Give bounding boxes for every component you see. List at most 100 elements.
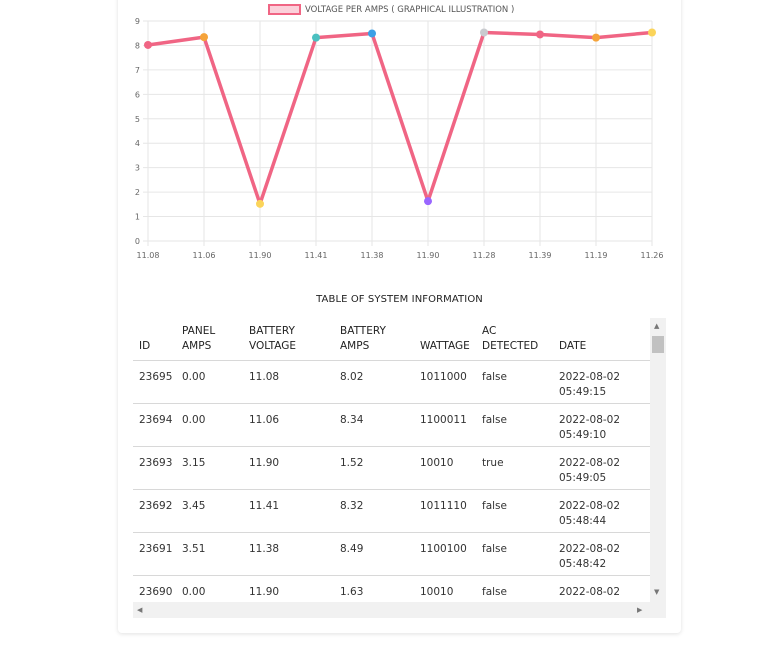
time-text: 05:49:15 bbox=[559, 386, 607, 398]
column-header[interactable]: PANEL AMPS bbox=[176, 318, 243, 361]
table-cell: 11.38 bbox=[243, 532, 334, 576]
table-cell: false bbox=[476, 489, 553, 533]
table-cell: 23693 bbox=[133, 446, 176, 490]
column-header[interactable]: ID bbox=[133, 318, 176, 361]
column-header[interactable]: BATTERY VOLTAGE bbox=[243, 318, 334, 361]
table-row[interactable]: 23691 3.51 11.38 8.49 1100100 false 2022-08-02… bbox=[133, 532, 650, 576]
x-tick-label: 11.41 bbox=[305, 251, 328, 260]
table-row[interactable]: 23693 3.15 11.90 1.52 10010 true 2022-08-02 05:… bbox=[133, 446, 650, 490]
data-point bbox=[424, 197, 432, 206]
column-header-line: AC bbox=[482, 325, 497, 337]
y-tick-label: 1 bbox=[135, 213, 140, 222]
scroll-up-icon[interactable]: ▲ bbox=[654, 322, 659, 330]
y-tick-label: 8 bbox=[135, 41, 140, 50]
table-cell: 10010 bbox=[414, 575, 476, 602]
table-cell: 11.90 bbox=[243, 446, 334, 490]
table-header-row: ID PANEL AMPS BATTERY VOLTAGE BATTERY AMPS WATT… bbox=[133, 318, 650, 361]
table-cell: 11.08 bbox=[243, 360, 334, 404]
x-tick-label: 11.26 bbox=[641, 251, 664, 260]
date-cell: 2022-08-02 bbox=[553, 575, 650, 602]
table-cell: 8.32 bbox=[334, 489, 414, 533]
column-header-line: AMPS bbox=[340, 340, 370, 352]
column-header[interactable]: DATE bbox=[553, 318, 650, 361]
column-header-line: WATTAGE bbox=[420, 340, 470, 352]
horizontal-scrollbar[interactable]: ◀ ▶ bbox=[133, 602, 666, 618]
data-point bbox=[536, 30, 544, 39]
x-tick-label: 11.90 bbox=[249, 251, 272, 260]
scroll-right-icon[interactable]: ▶ bbox=[637, 606, 642, 614]
date-text: 2022-08-02 bbox=[559, 414, 621, 426]
table-cell: 10010 bbox=[414, 446, 476, 490]
scroll-left-icon[interactable]: ◀ bbox=[137, 606, 142, 614]
time-text: 05:49:05 bbox=[559, 472, 607, 484]
column-header-line: DATE bbox=[559, 340, 587, 352]
table-cell: 11.41 bbox=[243, 489, 334, 533]
date-text: 2022-08-02 bbox=[559, 371, 621, 383]
data-point bbox=[648, 28, 656, 37]
table-cell: true bbox=[476, 446, 553, 490]
x-tick-label: 11.38 bbox=[361, 251, 384, 260]
table-row[interactable]: 23690 0.00 11.90 1.63 10010 false 2022-08-02 bbox=[133, 575, 650, 602]
table-cell: 8.49 bbox=[334, 532, 414, 576]
column-header[interactable]: BATTERY AMPS bbox=[334, 318, 414, 361]
table-row[interactable]: 23695 0.00 11.08 8.02 1011000 false 2022-08-02… bbox=[133, 360, 650, 404]
data-point bbox=[144, 40, 152, 49]
table-cell: false bbox=[476, 575, 553, 602]
vertical-scroll-thumb[interactable] bbox=[652, 336, 664, 353]
table-cell: false bbox=[476, 360, 553, 404]
table-cell: 23695 bbox=[133, 360, 176, 404]
table-title: TABLE OF SYSTEM INFORMATION bbox=[316, 294, 483, 305]
column-header-line: BATTERY bbox=[249, 325, 295, 337]
system-info-table-container[interactable]: ID PANEL AMPS BATTERY VOLTAGE BATTERY AMPS WATT… bbox=[133, 318, 666, 618]
table-cell: 23692 bbox=[133, 489, 176, 533]
column-header-line: VOLTAGE bbox=[249, 340, 297, 352]
table-cell: 3.15 bbox=[176, 446, 243, 490]
table-viewport[interactable]: ID PANEL AMPS BATTERY VOLTAGE BATTERY AMPS WATT… bbox=[133, 318, 650, 602]
column-header[interactable]: WATTAGE bbox=[414, 318, 476, 361]
date-text: 2022-08-02 bbox=[559, 457, 621, 469]
y-tick-label: 9 bbox=[135, 17, 140, 26]
table-cell: 23694 bbox=[133, 403, 176, 447]
vertical-scrollbar[interactable]: ▲ ▼ bbox=[650, 318, 666, 602]
voltage-per-amps-chart: VOLTAGE PER AMPS ( GRAPHICAL ILLUSTRATIO… bbox=[135, 4, 664, 260]
y-tick-label: 5 bbox=[135, 115, 140, 124]
date-text: 2022-08-02 bbox=[559, 586, 621, 598]
table-cell: false bbox=[476, 403, 553, 447]
data-point bbox=[200, 33, 208, 42]
chart-grid bbox=[143, 20, 653, 246]
y-tick-label: 4 bbox=[135, 139, 140, 148]
x-tick-label: 11.90 bbox=[417, 251, 440, 260]
scroll-down-icon[interactable]: ▼ bbox=[654, 588, 659, 596]
column-header-line: ID bbox=[139, 340, 151, 352]
table-cell: 0.00 bbox=[176, 403, 243, 447]
chart-legend[interactable]: VOLTAGE PER AMPS ( GRAPHICAL ILLUSTRATIO… bbox=[268, 4, 514, 15]
table-cell: 23691 bbox=[133, 532, 176, 576]
date-cell: 2022-08-02 05:49:15 bbox=[553, 360, 650, 404]
table-cell: 0.00 bbox=[176, 360, 243, 404]
table-cell: 3.45 bbox=[176, 489, 243, 533]
voltage-line bbox=[147, 30, 653, 206]
y-tick-label: 3 bbox=[135, 164, 140, 173]
table-cell: 1.52 bbox=[334, 446, 414, 490]
table-body: 23695 0.00 11.08 8.02 1011000 false 2022-08-02… bbox=[133, 360, 650, 602]
column-header-line: BATTERY bbox=[340, 325, 386, 337]
data-point bbox=[368, 29, 376, 38]
column-header[interactable]: AC DETECTED bbox=[476, 318, 553, 361]
table-cell: false bbox=[476, 532, 553, 576]
series-line bbox=[144, 28, 656, 208]
y-tick-label: 2 bbox=[135, 188, 140, 197]
table-row[interactable]: 23694 0.00 11.06 8.34 1100011 false 2022-08-02… bbox=[133, 403, 650, 447]
column-header-line: PANEL bbox=[182, 325, 216, 337]
data-point bbox=[256, 199, 264, 208]
time-text: 05:49:10 bbox=[559, 429, 607, 441]
date-text: 2022-08-02 bbox=[559, 543, 621, 555]
date-cell: 2022-08-02 05:49:05 bbox=[553, 446, 650, 490]
table-cell: 1.63 bbox=[334, 575, 414, 602]
table-cell: 1011110 bbox=[414, 489, 476, 533]
date-cell: 2022-08-02 05:48:42 bbox=[553, 532, 650, 576]
legend-swatch bbox=[268, 4, 301, 15]
table-row[interactable]: 23692 3.45 11.41 8.32 1011110 false 2022-08-02… bbox=[133, 489, 650, 533]
y-tick-label: 6 bbox=[135, 90, 140, 99]
data-point bbox=[480, 28, 488, 37]
x-tick-label: 11.06 bbox=[193, 251, 216, 260]
